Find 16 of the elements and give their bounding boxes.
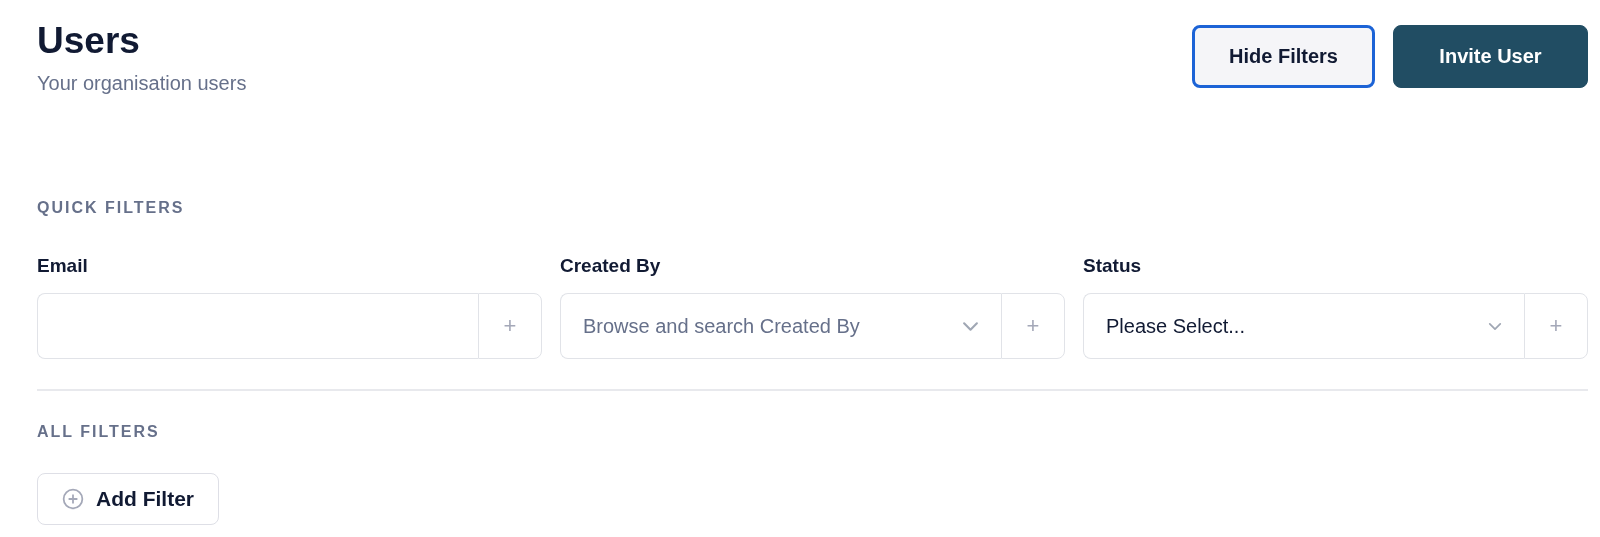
input-field[interactable] [37,293,478,359]
toggle-filters-button[interactable]: Hide Filters [1192,25,1375,88]
filter-label: Email [37,255,89,277]
page-title: Users [37,20,141,62]
chevron-down-icon [1488,321,1502,331]
invite-button[interactable]: Invite User [1393,25,1588,88]
page-subtitle: Your organisation users [37,72,247,95]
chevron-down-icon [962,320,979,332]
section-heading: QUICK FILTERS [37,199,186,217]
filter-label: Created By [560,255,662,277]
section-heading: ALL FILTERS [37,423,161,441]
add-filter-button[interactable]: Add Filter [37,473,219,525]
filter-label: Status [1083,255,1143,277]
select-field[interactable]: Please Select... [1083,293,1524,359]
plus-circle-icon [62,488,84,510]
select-field[interactable]: Browse and search Created By [560,293,1001,359]
